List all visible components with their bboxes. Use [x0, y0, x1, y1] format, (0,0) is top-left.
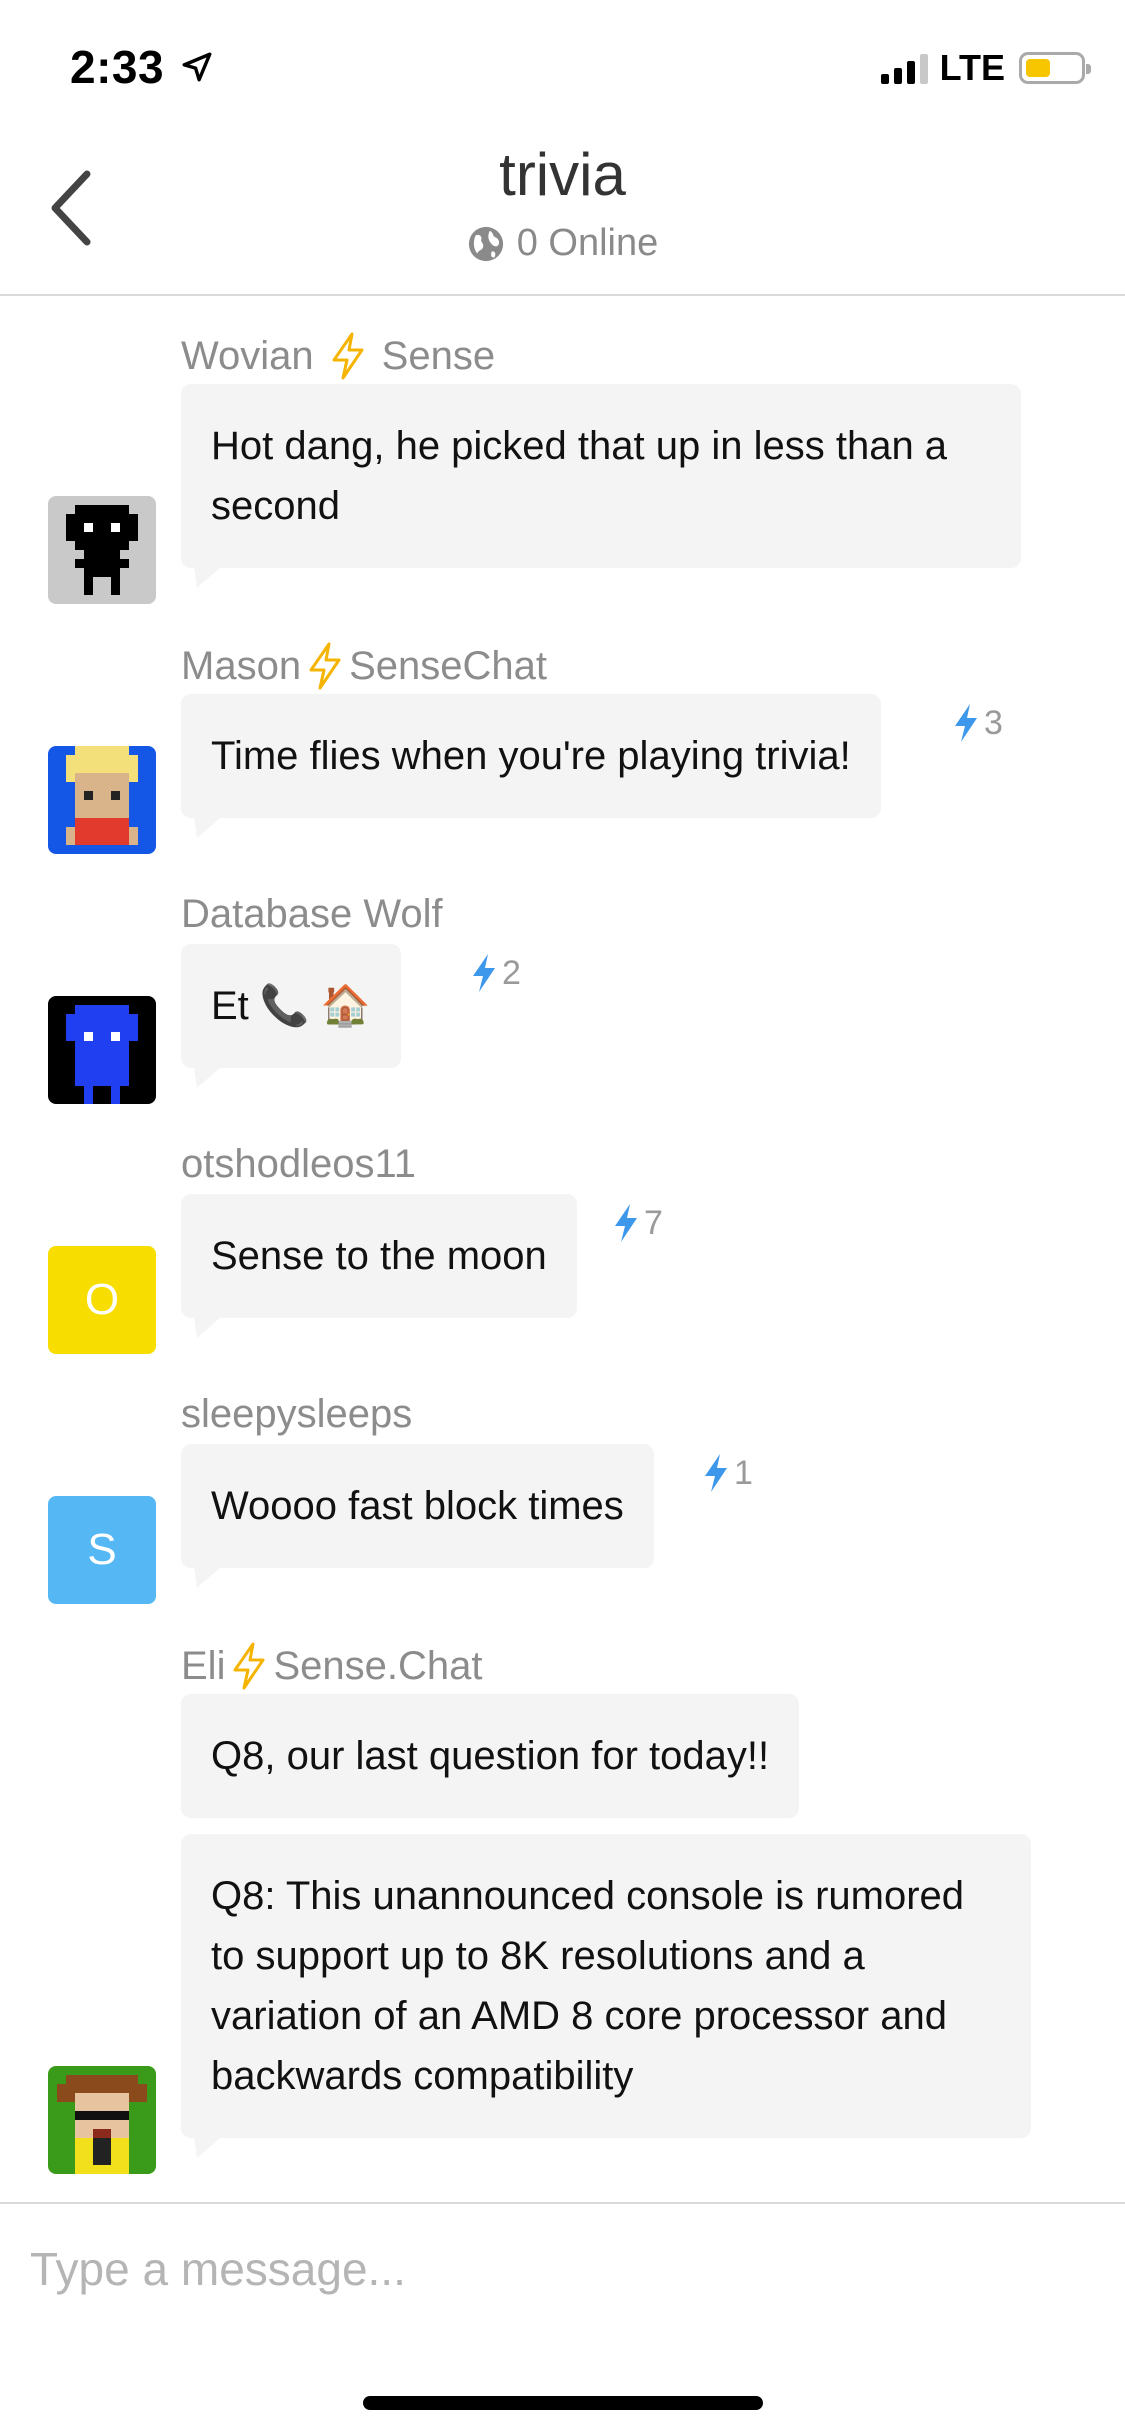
message-author: otshodleos11: [181, 1142, 416, 1186]
battery-icon: [1019, 52, 1091, 84]
message-bubble[interactable]: Hot dang, he picked that up in less than…: [181, 384, 1021, 568]
lightning-bolt-icon: [473, 954, 495, 992]
home-indicator[interactable]: [363, 2396, 763, 2410]
reaction-count[interactable]: 2: [470, 952, 521, 994]
pixel-avatar-icon: [66, 505, 138, 595]
avatar[interactable]: [48, 496, 156, 604]
message-input[interactable]: [30, 2234, 1090, 2304]
lightning-bolt-icon: [233, 1642, 265, 1690]
bubble-tail: [193, 1060, 229, 1088]
message-bubble[interactable]: Q8, our last question for today!!: [181, 1694, 800, 1818]
online-status: 0 Online: [0, 222, 1125, 265]
avatar[interactable]: S: [48, 1496, 156, 1604]
bubble-tail: [193, 1310, 229, 1338]
location-arrow-icon: [182, 52, 212, 82]
message-bubble[interactable]: Time flies when you're playing trivia!: [181, 694, 881, 818]
reaction-count[interactable]: 7: [612, 1202, 663, 1244]
avatar[interactable]: [48, 746, 156, 854]
message-author: sleepysleeps: [181, 1392, 413, 1436]
reaction-count[interactable]: 3: [952, 702, 1003, 744]
pixel-avatar-icon: [57, 2075, 147, 2174]
status-indicators: LTE: [880, 47, 1091, 88]
reaction-count[interactable]: 1: [702, 1452, 753, 1494]
online-count: 0 Online: [516, 222, 659, 264]
avatar[interactable]: [48, 996, 156, 1104]
lightning-bolt-icon: [705, 1454, 727, 1492]
message-bubble[interactable]: Woooo fast block times: [181, 1444, 654, 1568]
message-bubble[interactable]: Sense to the moon: [181, 1194, 577, 1318]
globe-icon: [468, 226, 503, 261]
bubble-tail: [193, 810, 229, 838]
avatar[interactable]: O: [48, 1246, 156, 1354]
bubble-tail: [193, 560, 229, 588]
lightning-bolt-icon: [309, 642, 341, 690]
signal-icon: [880, 52, 928, 84]
message-bubble[interactable]: Q8: This unannounced console is rumored …: [181, 1834, 1031, 2138]
bubble-tail: [193, 2130, 229, 2158]
status-time: 2:33: [70, 41, 165, 93]
status-bar: 2:33 LTE: [0, 0, 1125, 130]
message-author: Eli Sense.Chat: [181, 1642, 482, 1690]
lightning-bolt-icon: [955, 704, 977, 742]
message-author: Mason SenseChat: [181, 642, 547, 690]
lightning-bolt-icon: [332, 332, 364, 380]
message-bubble[interactable]: Et 📞 🏠: [181, 944, 401, 1068]
message-list[interactable]: Wovian Sense Hot dang, he picked that up…: [0, 296, 1125, 2202]
pixel-avatar-icon: [66, 746, 138, 845]
bubble-tail: [193, 1560, 229, 1588]
pixel-avatar-icon: [66, 1005, 138, 1104]
room-title: trivia: [499, 141, 626, 208]
network-type: LTE: [939, 47, 1005, 88]
lightning-bolt-icon: [615, 1204, 637, 1242]
message-author: Database Wolf: [181, 892, 443, 936]
message-author: Wovian Sense: [181, 332, 495, 380]
chat-header: trivia 0 Online: [0, 130, 1125, 296]
avatar[interactable]: [48, 2066, 156, 2174]
